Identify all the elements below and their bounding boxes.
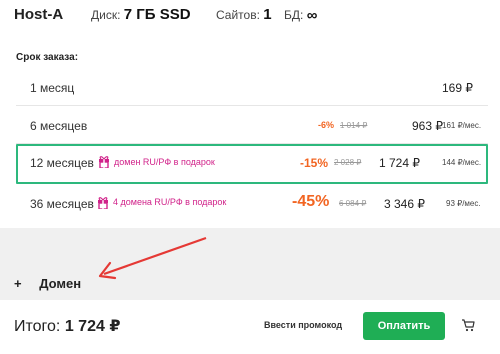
red-arrow-annotation	[98, 236, 207, 280]
discount-badge: -6%	[318, 120, 335, 130]
domain-label: Домен	[39, 276, 82, 291]
discount-badge: -15%	[300, 156, 329, 170]
per-month-price: 161 ₽/мес.	[442, 121, 482, 130]
term-option-price: 1 724 ₽	[379, 156, 420, 170]
pay-button[interactable]: Оплатить	[363, 312, 445, 340]
term-option-1-month[interactable]: 1 месяц 169 ₽	[16, 70, 488, 106]
disk-label: Диск:	[91, 8, 121, 22]
disk-value: 7 ГБ SSD	[123, 6, 191, 23]
term-option-price: 963 ₽	[412, 119, 443, 133]
total-label: Итого:	[14, 318, 61, 335]
db-spec: БД: ∞	[284, 6, 318, 24]
term-option-label: 1 месяц	[30, 81, 75, 95]
sites-label: Сайтов:	[216, 8, 260, 22]
term-option-12-months[interactable]: 12 месяцев домен RU/РФ в подарок -15% 2 …	[16, 144, 488, 184]
sites-spec: Сайтов: 1	[216, 6, 272, 23]
old-price: 2 028 ₽	[334, 158, 362, 167]
old-price: 6 084 ₽	[339, 199, 367, 208]
term-option-price: 3 346 ₽	[384, 197, 425, 211]
gift-icon	[98, 197, 108, 209]
term-option-label: 36 месяцев	[30, 197, 94, 211]
order-total: Итого: 1 724 ₽	[14, 316, 120, 336]
domain-expand-toggle[interactable]: + Домен	[14, 276, 81, 294]
order-footer: Итого: 1 724 ₽ Ввести промокод Оплатить	[0, 300, 500, 354]
term-option-label: 6 месяцев	[30, 119, 88, 133]
term-option-label: 12 месяцев	[30, 156, 94, 170]
term-option-price: 169 ₽	[442, 81, 473, 95]
plan-header: Host-A Диск: 7 ГБ SSD Сайтов: 1 БД: ∞	[0, 0, 500, 34]
term-option-6-months[interactable]: 6 месяцев -6% 1 014 ₽ 963 ₽ 161 ₽/мес.	[16, 108, 488, 144]
term-option-36-months[interactable]: 36 месяцев 4 домена RU/РФ в подарок -45%…	[16, 186, 488, 222]
plan-name: Host-A	[14, 6, 64, 23]
sites-value: 1	[263, 6, 272, 23]
old-price: 1 014 ₽	[340, 121, 368, 130]
term-label: Срок заказа:	[16, 52, 79, 63]
db-value: ∞	[306, 7, 318, 24]
total-amount: 1 724 ₽	[64, 318, 121, 335]
gift-text: домен RU/РФ в подарок	[114, 157, 215, 167]
per-month-price: 93 ₽/мес.	[446, 199, 481, 208]
per-month-price: 144 ₽/мес.	[442, 158, 482, 167]
disk-spec: Диск: 7 ГБ SSD	[91, 6, 191, 23]
discount-badge: -45%	[292, 193, 330, 210]
db-label: БД:	[284, 8, 304, 22]
gift-icon	[99, 156, 109, 168]
promo-code-link[interactable]: Ввести промокод	[264, 320, 342, 330]
cart-icon[interactable]	[461, 318, 475, 332]
gift-text: 4 домена RU/РФ в подарок	[113, 197, 227, 207]
plus-icon: +	[14, 276, 22, 291]
